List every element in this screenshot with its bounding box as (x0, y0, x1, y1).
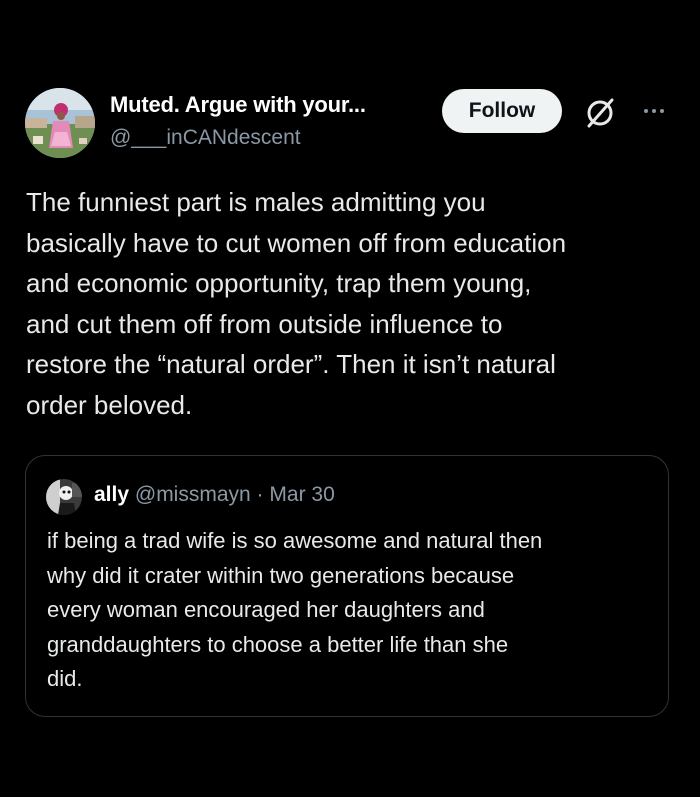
quoted-tweet-card[interactable]: ally @missmayn · Mar 30 if being a trad … (25, 455, 669, 717)
author-display-name[interactable]: Muted. Argue with your... (110, 92, 366, 118)
author-handle[interactable]: @___inCANdescent (110, 126, 301, 150)
quoted-author-handle[interactable]: @missmayn (135, 483, 251, 506)
tweet-text: The funniest part is males admitting you… (26, 182, 676, 425)
quoted-text-line: did. (47, 666, 83, 691)
quoted-author-avatar[interactable] (46, 479, 82, 515)
quoted-author-name[interactable]: ally (94, 483, 129, 506)
quoted-text-line: every woman encouraged her daughters and (47, 597, 485, 622)
tweet-text-line: restore the “natural order”. Then it isn… (26, 349, 556, 379)
quoted-tweet-date[interactable]: Mar 30 (269, 483, 334, 506)
tweet-text-line: and cut them off from outside influence … (26, 308, 503, 339)
quoted-author-avatar-image (46, 479, 82, 515)
quoted-text-line: granddaughters to choose a better life t… (47, 631, 509, 657)
quoted-text-line: why did it crater within two generations… (47, 562, 515, 588)
tweet-header: Muted. Argue with your... @___inCANdesce… (0, 84, 700, 160)
more-options-icon[interactable] (638, 96, 670, 126)
quoted-text-line: if being a trad wife is so awesome and n… (47, 528, 543, 553)
quoted-tweet-text: if being a trad wife is so awesome and n… (47, 524, 657, 697)
meta-separator: · (256, 483, 264, 506)
dot (652, 109, 656, 113)
tweet-text-line: and economic opportunity, trap them youn… (26, 268, 532, 298)
grok-icon[interactable] (583, 96, 617, 130)
quoted-tweet-meta: ally @missmayn · Mar 30 (94, 483, 335, 507)
author-avatar-image (25, 88, 95, 158)
dot (644, 109, 648, 113)
tweet-text-line: order beloved. (26, 389, 193, 420)
dot (660, 109, 664, 113)
tweet-text-line: The funniest part is males admitting you (26, 187, 486, 217)
follow-button[interactable]: Follow (442, 89, 562, 133)
tweet-text-line: basically have to cut women off from edu… (26, 227, 567, 258)
author-avatar[interactable] (25, 88, 95, 158)
